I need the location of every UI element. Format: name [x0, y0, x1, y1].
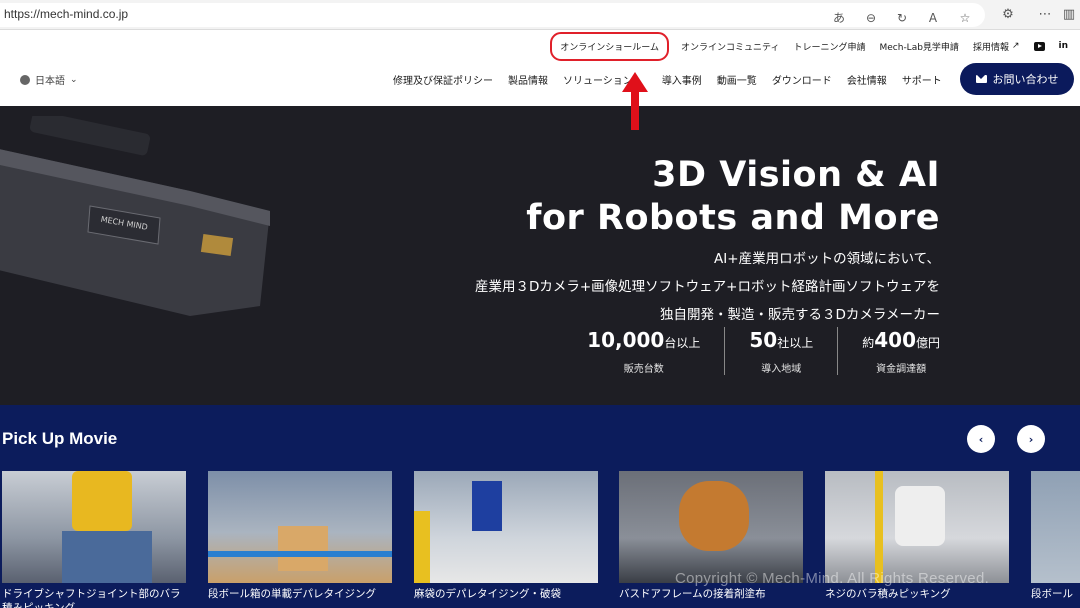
- movie-title[interactable]: ネジのバラ積みピッキング: [825, 587, 1009, 601]
- hero-sub-line3: 独自開発・製造・販売する３Dカメラメーカー: [660, 307, 940, 323]
- top-link-training[interactable]: トレーニング申請: [793, 40, 865, 53]
- hero-sub-line2: 産業用３Dカメラ+画像処理ソフトウェア+ロボット経路計画ソフトウェアを: [474, 279, 940, 295]
- nav-videos[interactable]: 動画一覧: [717, 72, 757, 87]
- movie-card[interactable]: 麻袋のデパレタイジング・破袋: [414, 471, 598, 601]
- stat-funding: 約400億円 資金調達額: [837, 327, 940, 375]
- carousel-next-button[interactable]: ›: [1017, 425, 1045, 453]
- hero-title-line2: for Robots and More: [526, 198, 940, 238]
- movie-title[interactable]: 麻袋のデパレタイジング・破袋: [414, 587, 598, 601]
- site-header: オンラインショールーム オンラインコミュニティ トレーニング申請 Mech-La…: [0, 30, 1080, 106]
- language-label: 日本語: [35, 76, 65, 87]
- nav-support[interactable]: サポート: [902, 72, 942, 87]
- top-links: オンラインショールーム オンラインコミュニティ トレーニング申請 Mech-La…: [544, 31, 1069, 61]
- copyright-watermark: Copyright © Mech-Mind. All Rights Reserv…: [675, 570, 990, 587]
- movie-title[interactable]: 段ボール: [1031, 587, 1080, 601]
- more-menu-icon[interactable]: ⋯: [1036, 6, 1054, 24]
- globe-icon: [20, 74, 30, 85]
- movie-card[interactable]: ドライブシャフトジョイント部のバラ積みピッキング: [2, 471, 186, 608]
- browser-toolbar: https://mech-mind.co.jp あ ⊖ ↻ A ☆ ⚙ ⋯ ▥: [0, 0, 1080, 30]
- hero-title: 3D Vision & AI for Robots and More: [526, 154, 940, 240]
- hero-sub-line1: AI+産業用ロボットの領域において、: [714, 251, 940, 267]
- youtube-icon[interactable]: [1033, 41, 1045, 51]
- text-size-icon[interactable]: A: [924, 9, 942, 27]
- sidebar-icon[interactable]: ▥: [1060, 6, 1078, 24]
- movie-title[interactable]: バスドアフレームの接着剤塗布: [619, 587, 803, 601]
- read-aloud-icon[interactable]: あ: [830, 9, 848, 27]
- nav-downloads[interactable]: ダウンロード: [772, 72, 832, 87]
- contact-button[interactable]: お問い合わせ: [960, 63, 1074, 95]
- favorite-star-icon[interactable]: ☆: [956, 9, 974, 27]
- hero-title-line1: 3D Vision & AI: [652, 155, 940, 195]
- url-text[interactable]: https://mech-mind.co.jp: [4, 7, 128, 21]
- video-thumbnail[interactable]: [619, 471, 803, 583]
- movie-title[interactable]: 段ボール箱の単載デパレタイジング: [208, 587, 392, 601]
- nav-products[interactable]: 製品情報: [508, 72, 548, 87]
- video-thumbnail[interactable]: [1031, 471, 1080, 583]
- external-link-icon: ↗: [1011, 41, 1020, 51]
- movie-card[interactable]: 段ボール箱の単載デパレタイジング: [208, 471, 392, 601]
- mail-icon: [975, 75, 987, 83]
- top-link-mech-lab[interactable]: Mech-Lab見学申請: [879, 40, 958, 53]
- top-link-online-showroom[interactable]: オンラインショールーム: [550, 31, 669, 61]
- stats-row: 10,000台以上 販売台数 50社以上 導入地域 約400億円 資金調達額: [587, 327, 940, 375]
- red-arrow-annotation: [622, 72, 648, 130]
- video-thumbnail[interactable]: [208, 471, 392, 583]
- stat-units-sold: 10,000台以上 販売台数: [587, 328, 701, 375]
- stat-regions: 50社以上 導入地域: [724, 327, 837, 375]
- top-link-careers[interactable]: 採用情報: [973, 40, 1009, 53]
- video-thumbnail[interactable]: [2, 471, 186, 583]
- chevron-down-icon: ⌄: [70, 74, 78, 85]
- hero-banner: MECH MIND 3D Vision & AI for Robots and …: [0, 106, 1080, 405]
- refresh-icon[interactable]: ↻: [893, 9, 911, 27]
- movie-card[interactable]: 段ボール: [1031, 471, 1080, 601]
- 3d-camera-image: MECH MIND: [0, 116, 270, 316]
- top-link-online-community[interactable]: オンラインコミュニティ: [681, 40, 779, 53]
- contact-label: お問い合わせ: [992, 73, 1059, 86]
- pick-up-movie-section: Pick Up Movie ‹ › ドライブシャフトジョイント部のバラ積みピッキ…: [0, 405, 1080, 608]
- nav-repair-policy[interactable]: 修理及び保証ポリシー: [393, 72, 493, 87]
- carousel-prev-button[interactable]: ‹: [967, 425, 995, 453]
- video-thumbnail[interactable]: [825, 471, 1009, 583]
- nav-case-studies[interactable]: 導入事例: [662, 72, 702, 87]
- address-bar[interactable]: https://mech-mind.co.jp あ ⊖ ↻ A ☆: [0, 3, 985, 27]
- language-selector[interactable]: 日本語 ⌄: [20, 72, 78, 87]
- nav-company[interactable]: 会社情報: [847, 72, 887, 87]
- movie-title[interactable]: ドライブシャフトジョイント部のバラ積みピッキング: [2, 587, 186, 608]
- main-nav: 修理及び保証ポリシー 製品情報 ソリューション 導入事例 動画一覧 ダウンロード…: [393, 72, 957, 87]
- zoom-out-icon[interactable]: ⊖: [862, 9, 880, 27]
- hero-subtitle: AI+産業用ロボットの領域において、 産業用３Dカメラ+画像処理ソフトウェア+ロ…: [475, 245, 940, 329]
- extensions-icon[interactable]: ⚙: [999, 6, 1017, 24]
- section-heading: Pick Up Movie: [2, 429, 118, 448]
- linkedin-icon[interactable]: in: [1059, 41, 1069, 51]
- video-thumbnail[interactable]: [414, 471, 598, 583]
